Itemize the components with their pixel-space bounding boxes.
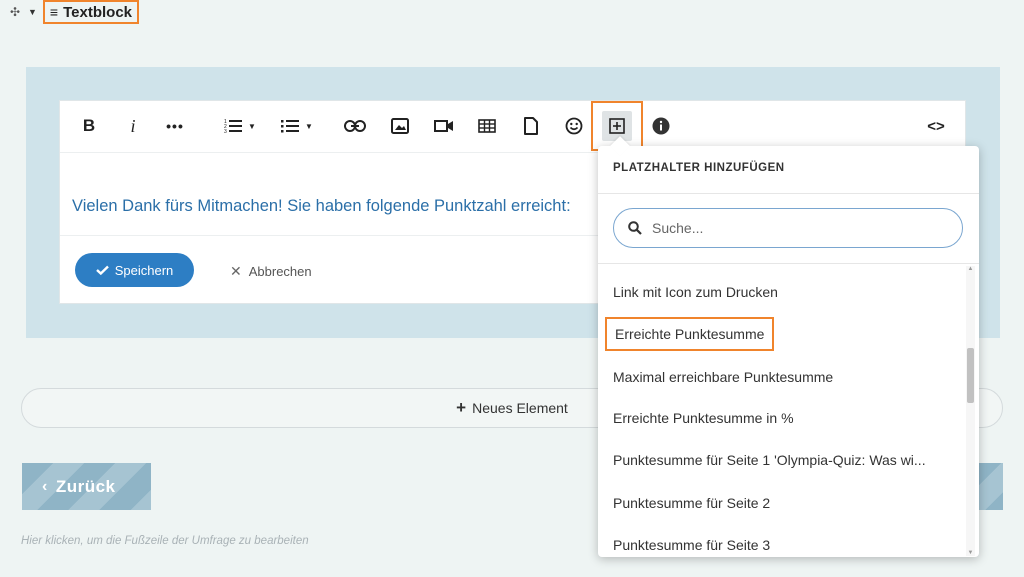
- move-icon[interactable]: ✣: [8, 5, 22, 19]
- svg-text:3: 3: [224, 129, 227, 134]
- table-icon: [478, 119, 496, 133]
- save-button[interactable]: Speichern: [75, 253, 194, 287]
- code-view-button[interactable]: <>: [922, 113, 950, 139]
- placeholder-item-page2-score[interactable]: Punktesumme für Seite 2: [613, 495, 770, 511]
- insert-file-button[interactable]: [520, 113, 542, 139]
- bold-button[interactable]: B: [80, 113, 98, 139]
- file-icon: [524, 117, 538, 135]
- dropdown-title: PLATZHALTER HINZUFÜGEN: [613, 162, 785, 174]
- chevron-left-icon: ‹: [42, 477, 48, 495]
- italic-button[interactable]: i: [126, 113, 140, 139]
- caret-down-icon[interactable]: ▼: [28, 7, 37, 17]
- scroll-down-arrow-icon[interactable]: ▼: [966, 550, 975, 556]
- divider: [598, 263, 979, 264]
- editor-content-text[interactable]: Vielen Dank fürs Mitmachen! Sie haben fo…: [72, 197, 598, 216]
- footer-edit-hint[interactable]: Hier klicken, um die Fußzeile der Umfrag…: [21, 535, 309, 547]
- checkmark-icon: [95, 265, 109, 275]
- insert-emoji-button[interactable]: [562, 113, 586, 139]
- help-info-button[interactable]: [650, 113, 672, 139]
- dropdown-scrollbar[interactable]: ▲ ▼: [966, 266, 975, 556]
- text-lines-icon: ≡: [49, 4, 59, 20]
- placeholder-list: Link mit Icon zum Drucken Erreichte Punk…: [598, 270, 966, 555]
- cancel-label: Abbrechen: [248, 263, 312, 279]
- video-icon: [434, 120, 453, 132]
- placeholder-search-field[interactable]: [613, 208, 963, 248]
- back-label: Zurück: [55, 476, 116, 496]
- insert-table-button[interactable]: [474, 113, 500, 139]
- ordered-list-icon: 1 2 3: [224, 119, 243, 134]
- close-icon: ✕: [230, 262, 242, 279]
- unordered-list-icon: [281, 120, 300, 133]
- placeholder-dropdown: PLATZHALTER HINZUFÜGEN Link mit Icon zum…: [598, 136, 979, 557]
- smiley-icon: [565, 117, 583, 135]
- link-icon: [344, 120, 366, 132]
- caret-down-icon: ▼: [248, 121, 256, 131]
- placeholder-item-print-link[interactable]: Link mit Icon zum Drucken: [613, 284, 778, 300]
- placeholder-item-achieved-score[interactable]: Erreichte Punktesumme: [605, 317, 775, 351]
- textblock-label-text: Textblock: [63, 3, 132, 21]
- insert-link-button[interactable]: [342, 113, 368, 139]
- placeholder-search-input[interactable]: [652, 220, 942, 236]
- placeholder-item-page1-score[interactable]: Punktesumme für Seite 1 'Olympia-Quiz: W…: [613, 452, 926, 468]
- new-element-label: Neues Element: [472, 400, 568, 416]
- unordered-list-button[interactable]: ▼: [275, 113, 319, 139]
- plus-icon: +: [456, 398, 467, 417]
- cancel-button[interactable]: ✕ Abbrechen: [230, 261, 312, 281]
- textblock-label[interactable]: ≡ Textblock: [42, 0, 139, 24]
- insert-image-button[interactable]: [388, 113, 412, 139]
- image-icon: [391, 118, 409, 134]
- scroll-up-arrow-icon[interactable]: ▲: [966, 266, 975, 272]
- placeholder-item-page3-score[interactable]: Punktesumme für Seite 3: [613, 537, 770, 553]
- ordered-list-button[interactable]: 1 2 3 ▼: [218, 113, 262, 139]
- back-button[interactable]: ‹ Zurück: [22, 463, 151, 510]
- search-icon: [628, 221, 642, 235]
- plus-square-icon: [609, 118, 625, 134]
- divider: [598, 193, 979, 194]
- scrollbar-thumb[interactable]: [967, 348, 974, 403]
- save-label: Speichern: [114, 262, 174, 278]
- caret-down-icon: ▼: [305, 121, 313, 131]
- insert-video-button[interactable]: [432, 113, 456, 139]
- element-header: ✣ ▼ ≡ Textblock: [8, 0, 139, 24]
- insert-placeholder-button[interactable]: [602, 111, 632, 141]
- placeholder-item-max-score[interactable]: Maximal erreichbare Punktesumme: [613, 369, 833, 385]
- info-icon: [652, 117, 670, 135]
- more-formatting-button[interactable]: •••: [164, 113, 186, 139]
- placeholder-item-score-percent[interactable]: Erreichte Punktesumme in %: [613, 410, 794, 426]
